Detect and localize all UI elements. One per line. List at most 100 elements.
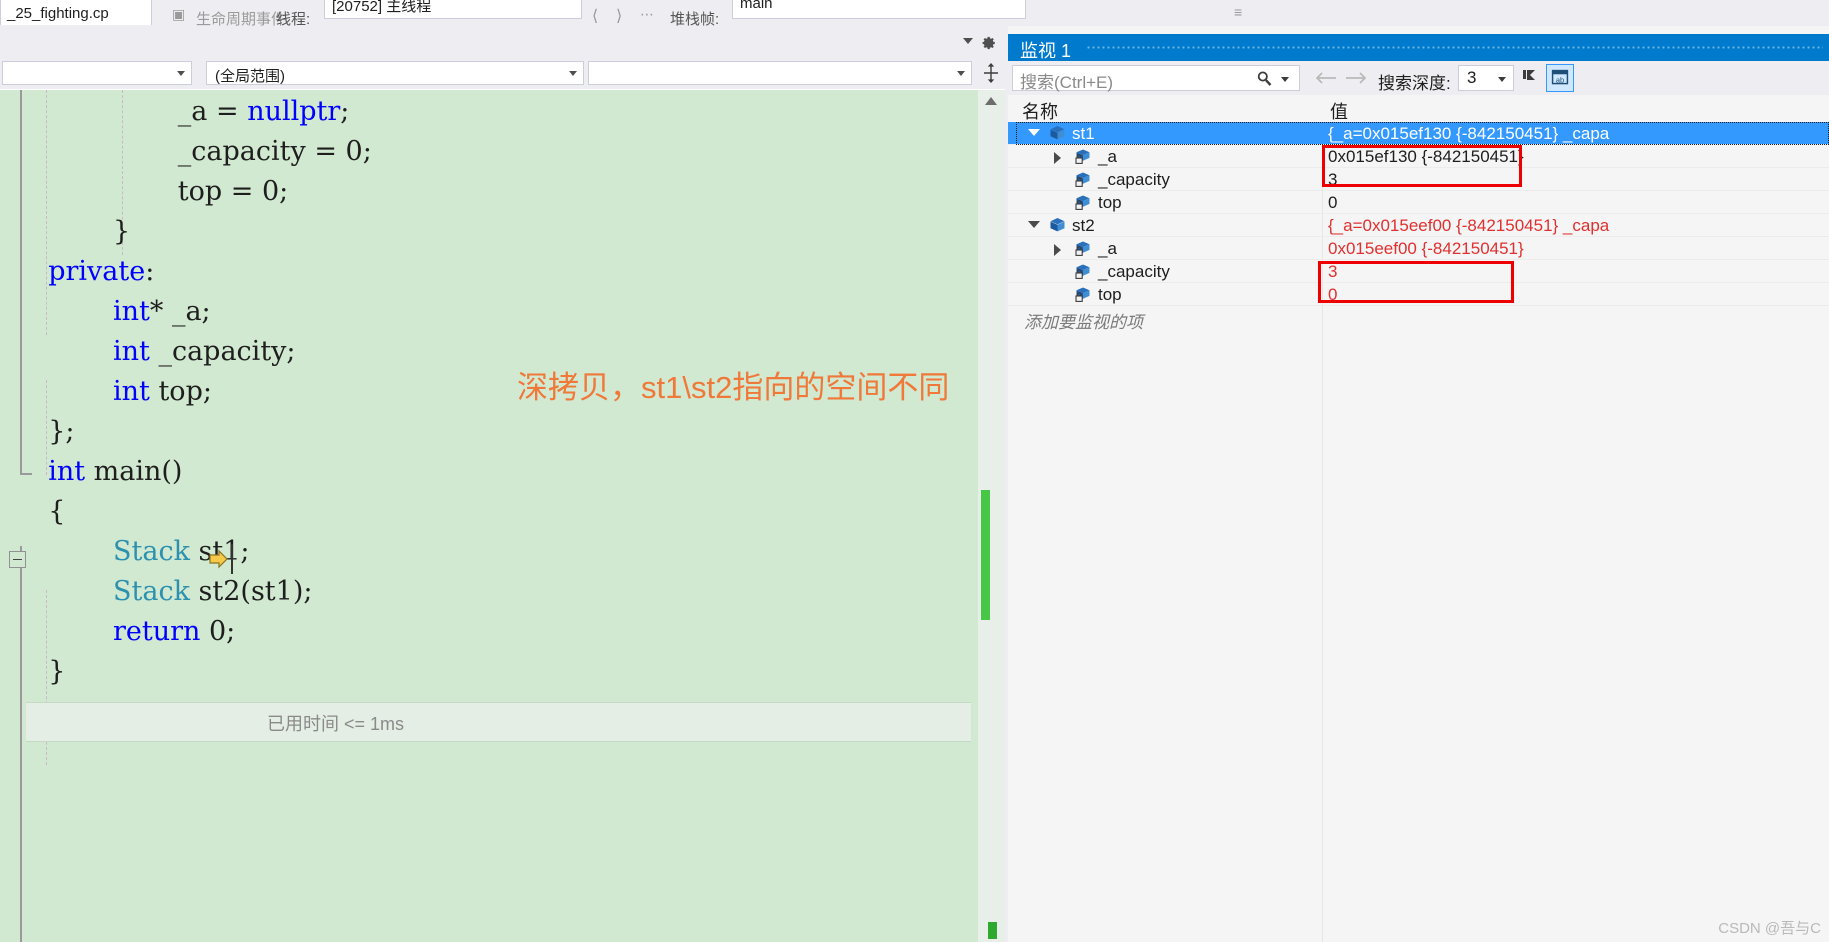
st1-pointer-highlight: [1322, 145, 1522, 187]
watch-item-name: top: [1098, 193, 1122, 212]
add-watch-item-row[interactable]: 添加要监视的项: [1008, 306, 1829, 332]
code-editor[interactable]: _a = nullptr; _capacity = 0; top = 0;} priv…: [0, 90, 1005, 942]
code-token: ;: [340, 96, 350, 127]
table-row[interactable]: st2 {_a=0x015eef00 {-842150451} _capa: [1008, 214, 1829, 237]
scope-global-selector[interactable]: (全局范围): [206, 61, 584, 85]
watch-item-value[interactable]: 0x015eef00 {-842150451}: [1328, 239, 1524, 259]
pin-filter-icon[interactable]: [1514, 64, 1542, 92]
editor-tab[interactable]: _25_fighting.cp: [0, 0, 152, 25]
watch-item-name: _a: [1098, 147, 1117, 166]
code-line[interactable]: _capacity = 0;: [0, 132, 1005, 172]
hex-display-icon: ab: [1551, 69, 1569, 85]
scope-member-selector[interactable]: [588, 61, 972, 85]
code-token: _capacity = 0;: [177, 136, 372, 167]
selection-focus-outline: [1016, 122, 1829, 145]
code-line[interactable]: }: [0, 212, 1005, 252]
search-options-chevron-icon[interactable]: [1281, 77, 1289, 82]
code-token: int: [113, 296, 150, 327]
toolbar-overflow-icon[interactable]: ≡: [1234, 4, 1242, 20]
code-line[interactable]: Stack st2(st1);: [0, 572, 1005, 612]
watch-item-value[interactable]: 0: [1328, 193, 1337, 213]
code-line[interactable]: }: [0, 652, 1005, 692]
expander-expand-icon[interactable]: [1054, 152, 1061, 164]
code-token: Stack: [113, 576, 190, 607]
search-depth-label: 搜索深度:: [1378, 74, 1451, 93]
stack-frame-back-icon[interactable]: ⟨: [592, 6, 598, 26]
expander-collapse-icon[interactable]: [1028, 221, 1040, 228]
editor-tab-label: _25_fighting.cp: [7, 5, 109, 22]
table-row[interactable]: top 0: [1008, 191, 1829, 214]
split-view-icon[interactable]: [980, 61, 1002, 85]
stack-frame-selector[interactable]: main: [732, 0, 1026, 19]
titlebar-drag-dots: [1086, 45, 1823, 51]
scope-global-value: (全局范围): [215, 68, 285, 85]
code-token: 0;: [200, 616, 236, 647]
code-text[interactable]: _a = nullptr; _capacity = 0; top = 0;} priv…: [0, 90, 1005, 942]
code-token: private: [48, 256, 146, 287]
chevron-down-icon: [569, 71, 577, 76]
svg-text:ab: ab: [1556, 76, 1564, 85]
code-token: main: [93, 456, 162, 487]
text-caret: [231, 544, 233, 574]
watch-grid[interactable]: 名称 值 st1 {_a=0x015ef130 {-842150451} _cap…: [1008, 95, 1829, 942]
code-line[interactable]: _a = nullptr;: [0, 92, 1005, 132]
watch-item-name: top: [1098, 285, 1122, 304]
code-line[interactable]: };: [0, 412, 1005, 452]
watch-item-name: _capacity: [1098, 262, 1170, 281]
code-token: _capacity;: [149, 336, 296, 367]
search-next-icon[interactable]: [1344, 70, 1368, 86]
top-toolbar-strip: _25_fighting.cp 生命周期事件 ▣ 线程: [20752] 主线程…: [0, 0, 1829, 28]
code-token: int: [48, 456, 86, 487]
code-token: int: [113, 376, 150, 407]
navbar-chevron-down-icon[interactable]: [963, 38, 973, 44]
field-icon: [1074, 194, 1093, 211]
search-icon[interactable]: [1256, 70, 1273, 87]
field-icon: [1074, 171, 1093, 188]
scrollbar-change-marker: [981, 490, 990, 620]
table-row[interactable]: _a 0x015eef00 {-842150451}: [1008, 237, 1829, 260]
code-token: return: [113, 616, 201, 647]
scroll-up-icon[interactable]: [981, 93, 1001, 109]
code-token: };: [48, 416, 75, 447]
stack-frame-menu-icon[interactable]: ⋯: [640, 6, 654, 23]
watch-item-name: st2: [1072, 216, 1095, 235]
code-token: (): [161, 456, 183, 487]
search-depth-input[interactable]: 3: [1458, 65, 1514, 91]
auto-window-icon: ▣: [172, 6, 186, 22]
column-header-value: 值: [1330, 102, 1348, 122]
code-token: {: [48, 496, 66, 527]
code-token: st2(st1);: [189, 576, 313, 607]
code-line[interactable]: int* _a;: [0, 292, 1005, 332]
search-depth-value: 3: [1467, 68, 1477, 87]
code-line[interactable]: int main(): [0, 452, 1005, 492]
expander-expand-icon[interactable]: [1054, 244, 1061, 256]
field-icon: [1074, 240, 1093, 257]
thread-selector[interactable]: [20752] 主线程: [324, 0, 582, 19]
search-previous-icon[interactable]: [1314, 70, 1338, 86]
scope-left-selector[interactable]: [2, 61, 192, 85]
stack-frame-forward-icon[interactable]: ⟩: [616, 6, 622, 26]
code-line[interactable]: private:: [0, 252, 1005, 292]
gear-icon[interactable]: [979, 34, 997, 52]
watch-window-title: 监视 1: [1020, 41, 1072, 61]
field-icon: [1074, 148, 1093, 165]
code-token: top;: [149, 376, 212, 407]
thread-selector-value: [20752] 主线程: [332, 0, 432, 15]
chevron-down-icon[interactable]: [1498, 77, 1506, 82]
code-token: top = 0;: [177, 176, 289, 207]
code-token: * _a;: [149, 296, 211, 327]
stack-frame-value: main: [740, 0, 773, 12]
code-line[interactable]: Stack st1;: [0, 532, 1005, 572]
search-input[interactable]: 搜索(Ctrl+E): [1012, 65, 1300, 92]
code-token: nullptr: [247, 96, 341, 127]
watch-item-value[interactable]: {_a=0x015eef00 {-842150451} _capa: [1328, 216, 1609, 236]
code-line[interactable]: return 0;: [0, 612, 1005, 652]
table-row[interactable]: st1 {_a=0x015ef130 {-842150451} _capa: [1008, 122, 1829, 145]
code-line[interactable]: {: [0, 492, 1005, 532]
object-icon: [1048, 217, 1067, 234]
show-hex-display-button[interactable]: ab: [1546, 64, 1574, 92]
watch-window-titlebar[interactable]: 监视 1: [1008, 34, 1829, 61]
code-line[interactable]: top = 0;: [0, 172, 1005, 212]
watch-grid-header: 名称 值: [1008, 95, 1829, 123]
